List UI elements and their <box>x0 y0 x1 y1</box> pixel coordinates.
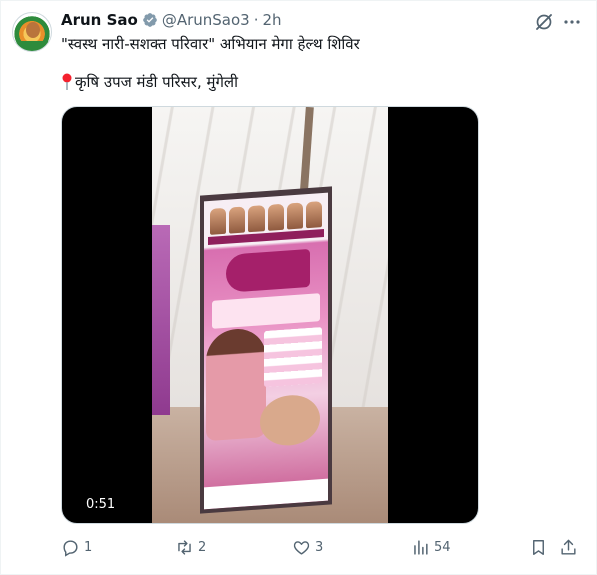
tweet-text-line-2: कृषि उपज मंडी परिसर, मुंगेली <box>61 72 238 92</box>
post-time[interactable]: 2h <box>263 11 282 29</box>
round-pushpin-icon <box>61 73 73 91</box>
like-count: 3 <box>315 539 324 555</box>
tweet-card[interactable]: Arun Sao @ArunSao3 · 2h "स्वस्थ नारी-सशक… <box>0 0 597 575</box>
heart-icon <box>293 540 310 555</box>
reply-icon <box>63 539 78 557</box>
views-count: 54 <box>434 539 451 555</box>
location-text: कृषि उपज मंडी परिसर, मुंगेली <box>75 73 238 91</box>
reply-count: 1 <box>84 539 93 555</box>
author-avatar[interactable] <box>12 12 52 52</box>
campaign-banner-image <box>204 192 328 510</box>
video-player[interactable]: 0:51 <box>61 106 479 524</box>
tweet-header: Arun Sao @ArunSao3 · 2h <box>61 10 282 30</box>
tweet-text-line-1: "स्वस्थ नारी-सशक्त परिवार" अभियान मेगा ह… <box>61 35 360 53</box>
video-duration: 0:51 <box>86 496 116 512</box>
bookmark-button[interactable] <box>529 537 548 557</box>
reply-button[interactable]: 1 <box>61 537 92 557</box>
verified-badge-icon <box>142 12 158 28</box>
retweet-icon <box>178 539 191 555</box>
views-button[interactable]: 54 <box>411 537 451 557</box>
analytics-bar-icon <box>414 539 428 555</box>
grok-icon[interactable] <box>534 12 554 32</box>
retweet-count: 2 <box>198 539 207 555</box>
share-button[interactable] <box>559 537 578 557</box>
more-options-icon[interactable] <box>562 12 582 32</box>
separator-dot: · <box>253 11 259 29</box>
retweet-button[interactable]: 2 <box>175 537 206 557</box>
share-icon <box>561 539 576 555</box>
video-frame <box>152 107 388 523</box>
author-name[interactable]: Arun Sao <box>61 11 138 29</box>
bookmark-icon <box>533 539 544 555</box>
author-handle[interactable]: @ArunSao3 <box>162 11 250 29</box>
like-button[interactable]: 3 <box>292 537 323 557</box>
action-bar: 1 2 3 54 <box>61 537 581 557</box>
